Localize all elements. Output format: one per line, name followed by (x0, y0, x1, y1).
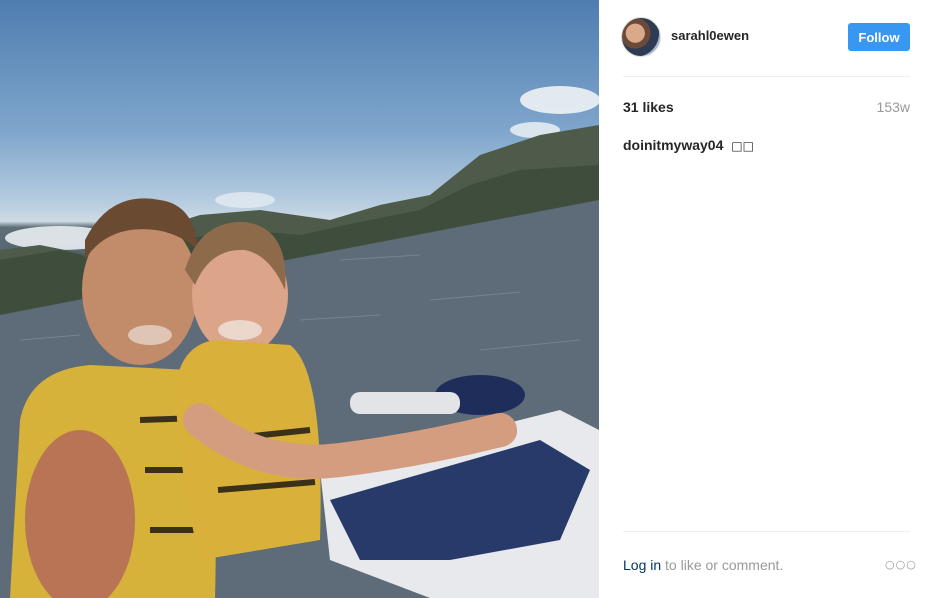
comment-text: □□ (731, 139, 754, 153)
comment-author[interactable]: doinitmyway04 (623, 137, 723, 153)
login-link[interactable]: Log in (623, 557, 661, 573)
post-photo[interactable] (0, 0, 599, 598)
header-divider (623, 76, 910, 77)
footer-divider (623, 531, 910, 532)
post-timestamp[interactable]: 153w (877, 99, 910, 115)
likes-count[interactable]: 31 likes (623, 99, 674, 115)
ellipsis-icon[interactable]: ○○○ (885, 558, 917, 571)
login-prompt-text: to like or comment. (661, 557, 784, 573)
post-sidebar: sarahl0ewen Follow 31 likes 153w doinitm… (599, 0, 934, 598)
follow-button[interactable]: Follow (848, 23, 910, 51)
avatar[interactable] (621, 17, 661, 57)
username-link[interactable]: sarahl0ewen (671, 28, 749, 43)
comment-item: doinitmyway04 □□ (623, 137, 754, 153)
login-prompt: Log in to like or comment. (623, 557, 783, 573)
photo-illustration (0, 86, 599, 598)
